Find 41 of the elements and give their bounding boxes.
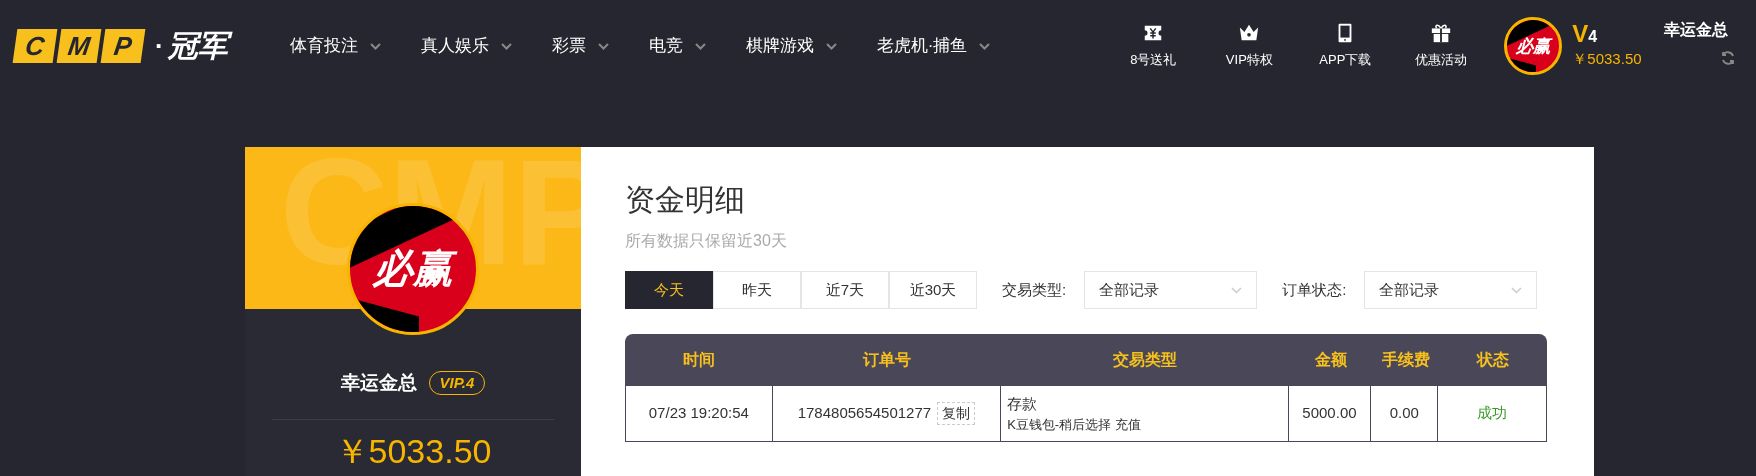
date-tab[interactable]: 近7天 — [801, 271, 889, 309]
shortcut-button[interactable]: 8号送礼 — [1120, 22, 1187, 70]
profile-balance: ￥5033.50 — [334, 431, 492, 472]
page-title: 资金明细 — [625, 185, 746, 215]
date-tab[interactable]: 今天 — [625, 271, 713, 309]
nav-menu-item[interactable]: 老虎机·捕鱼 — [876, 33, 991, 59]
user-name: 幸运金总 — [1663, 20, 1728, 40]
shortcut-button[interactable]: VIP特权 — [1216, 22, 1283, 70]
shortcut-button[interactable]: APP下载 — [1312, 22, 1379, 70]
status-text: 成功 — [1476, 403, 1509, 424]
nav-menu-item[interactable]: 体育投注 — [289, 33, 381, 59]
copy-button[interactable]: 复制 — [937, 402, 976, 425]
nav-menu-item[interactable]: 电竞 — [648, 33, 706, 59]
user-avatar: 必赢 — [1504, 17, 1563, 75]
filter-select[interactable]: 全部记录 — [1364, 271, 1538, 309]
nav-menu-item[interactable]: 真人娱乐 — [420, 33, 512, 59]
nav-menu-item[interactable]: 棋牌游戏 — [745, 33, 837, 59]
column-header: 金额 — [1313, 350, 1348, 370]
filter-label: 交易类型: — [1002, 279, 1067, 300]
column-header: 交易类型 — [1112, 350, 1178, 370]
page-subtitle: 所有数据只保留近30天 — [625, 231, 788, 251]
table-cell: 0.00 — [1371, 386, 1439, 441]
date-tab[interactable]: 昨天 — [713, 271, 801, 309]
shortcut-button[interactable]: 优惠活动 — [1408, 22, 1475, 70]
logo[interactable]: C M P ·冠军 — [9, 20, 240, 72]
column-header: 时间 — [681, 350, 716, 370]
table-cell-text: 存款 — [1007, 393, 1039, 414]
date-tab[interactable]: 近30天 — [889, 271, 977, 309]
column-header: 状态 — [1475, 350, 1510, 370]
column-header: 订单号 — [861, 350, 912, 370]
nav-menu-item[interactable]: 彩票 — [551, 33, 609, 59]
column-header: 手续费 — [1380, 350, 1431, 370]
table-cell: 5000.00 — [1288, 386, 1372, 441]
vip-level: V4 — [1572, 21, 1599, 46]
table-cell: 07/23 19:20:54 — [626, 386, 773, 441]
table-cell-text: K豆钱包-稍后选择 充值 — [1007, 416, 1142, 434]
table-cell-text: 1784805654501277 — [797, 403, 932, 424]
filter-select[interactable]: 全部记录 — [1084, 271, 1258, 309]
header-balance: ￥5033.50 — [1572, 48, 1642, 69]
filter-label: 订单状态: — [1282, 279, 1347, 300]
profile-name: 幸运金总 — [340, 370, 417, 395]
